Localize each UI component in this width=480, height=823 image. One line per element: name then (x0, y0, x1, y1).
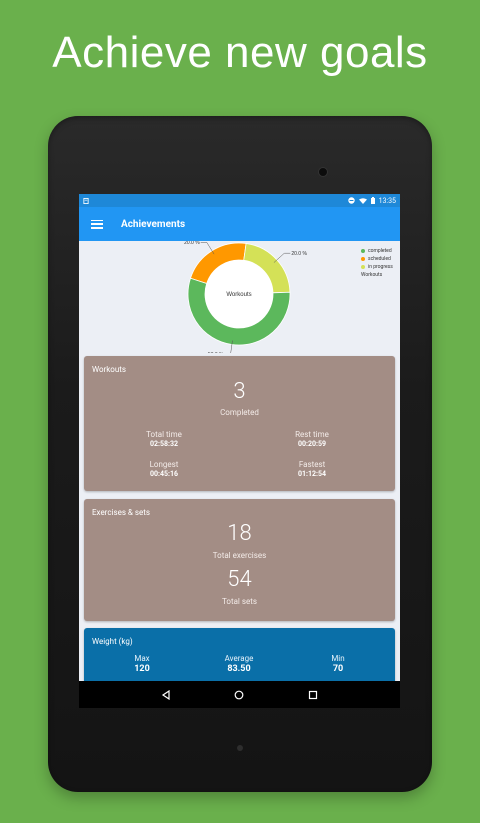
status-bar: 13:35 (79, 194, 400, 207)
weight-average-value: 83.50 (227, 664, 251, 674)
promo-headline: Achieve new goals (52, 28, 428, 77)
weight-card-title: Weight (kg) (92, 637, 133, 646)
legend-item-completed: completed (361, 247, 393, 255)
wifi-icon (358, 197, 367, 204)
workouts-card-title: Workouts (92, 365, 127, 374)
chart-legend: completed scheduled in progress Workouts (361, 247, 393, 279)
total-exercises-label: Total exercises (212, 551, 267, 560)
legend-label-in-progress: in progress (368, 264, 393, 270)
app-bar: Achievements (79, 207, 400, 241)
longest-stat: Longest 00:45:16 (114, 460, 214, 478)
pie-data-label-scheduled: 20.0 % (184, 241, 200, 246)
workouts-pie-chart: Workouts 20.0 % 20.0 % 50.0 % completed sch… (79, 241, 400, 353)
longest-value: 00:45:16 (149, 470, 179, 478)
total-sets-label: Total sets (222, 597, 257, 606)
app-bar-title: Achievements (121, 218, 186, 230)
battery-icon (370, 197, 375, 204)
content-area: Workouts 20.0 % 20.0 % 50.0 % completed sch… (79, 241, 400, 681)
legend-swatch-in-progress (361, 265, 365, 269)
recents-button[interactable] (306, 688, 320, 702)
total-time-stat: Total time 02:58:32 (114, 430, 214, 448)
rest-time-stat: Rest time 00:20:59 (262, 430, 362, 448)
exercises-card-title: Exercises & sets (92, 508, 151, 517)
home-icon (235, 690, 244, 699)
weight-max-value: 120 (134, 664, 150, 674)
navigation-bar (79, 681, 400, 708)
legend-label-completed: completed (368, 248, 392, 254)
weight-min-label: Min (331, 654, 345, 663)
back-icon (161, 689, 170, 700)
total-exercises-count: 18 (227, 521, 252, 546)
minus-circle-icon (347, 197, 355, 204)
exercises-card: Exercises & sets 18 Total exercises 54 T… (84, 499, 395, 621)
weight-max-label: Max (134, 654, 150, 663)
recents-icon (309, 690, 318, 699)
weight-min-stat: Min 70 (298, 654, 378, 674)
legend-item-in-progress: in progress (361, 263, 393, 271)
pie-data-label-in-progress: 20.0 % (291, 251, 307, 257)
front-camera (318, 167, 328, 177)
pie-chart-svg: Workouts 20.0 % 20.0 % 50.0 % (184, 241, 307, 353)
legend-item-scheduled: scheduled (361, 255, 393, 263)
weight-card: Weight (kg) Max 120 Average 83.50 Min 70 (84, 628, 395, 681)
rest-time-value: 00:20:59 (297, 440, 327, 448)
pie-data-label-completed: 50.0 % (208, 352, 224, 353)
notification-icon (83, 197, 89, 204)
rest-time-label: Rest time (295, 430, 329, 439)
total-sets-count: 54 (227, 567, 252, 592)
longest-label: Longest (149, 460, 179, 469)
completed-label: Completed (220, 408, 259, 417)
weight-min-value: 70 (332, 664, 344, 674)
completed-count: 3 (233, 379, 246, 404)
weight-average-stat: Average 83.50 (199, 654, 279, 674)
pie-center-label: Workouts (226, 292, 251, 298)
fastest-label: Fastest (298, 460, 326, 469)
home-button[interactable] (232, 688, 246, 702)
total-time-label: Total time (146, 430, 182, 439)
legend-swatch-scheduled (361, 257, 365, 261)
legend-title: Workouts (361, 272, 383, 278)
status-time: 13:35 (378, 196, 396, 205)
fastest-stat: Fastest 01:12:54 (262, 460, 362, 478)
weight-max-stat: Max 120 (102, 654, 182, 674)
legend-label-scheduled: scheduled (368, 256, 391, 262)
weight-average-label: Average (224, 654, 254, 663)
back-button[interactable] (159, 688, 173, 702)
menu-icon[interactable] (91, 219, 103, 229)
legend-swatch-completed (361, 249, 365, 253)
workouts-card: Workouts 3 Completed Total time 02:58:32… (84, 356, 395, 491)
app-screen: 13:35 Achievements Workouts 20.0 % 20.0 % 5… (79, 194, 400, 708)
total-time-value: 02:58:32 (149, 440, 179, 448)
tablet-sensor-dot (237, 745, 243, 751)
fastest-value: 01:12:54 (297, 470, 327, 478)
